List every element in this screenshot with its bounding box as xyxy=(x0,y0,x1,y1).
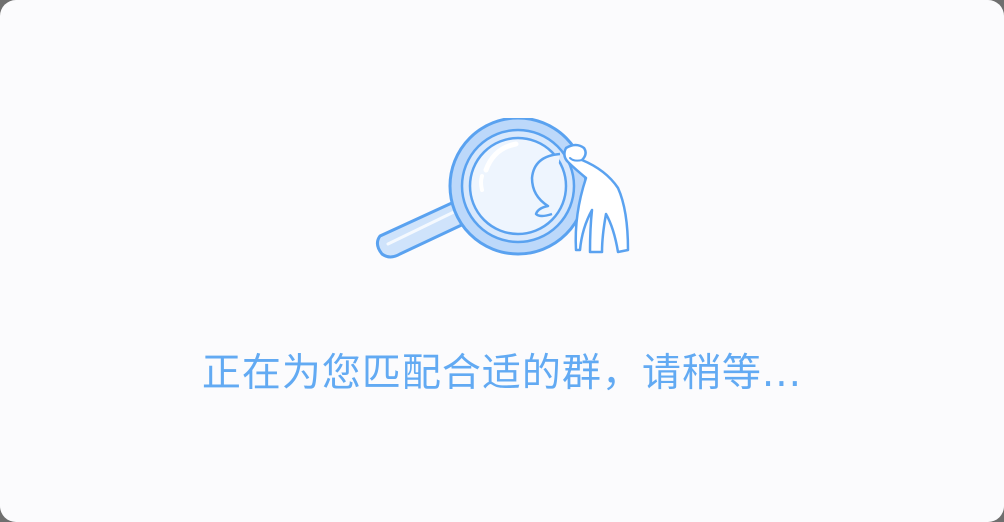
matching-status-text: 正在为您匹配合适的群，请稍等... xyxy=(201,351,803,396)
magnifier-searching-icon xyxy=(375,118,630,259)
group-matching-dialog: 正在为您匹配合适的群，请稍等... xyxy=(0,0,1004,522)
